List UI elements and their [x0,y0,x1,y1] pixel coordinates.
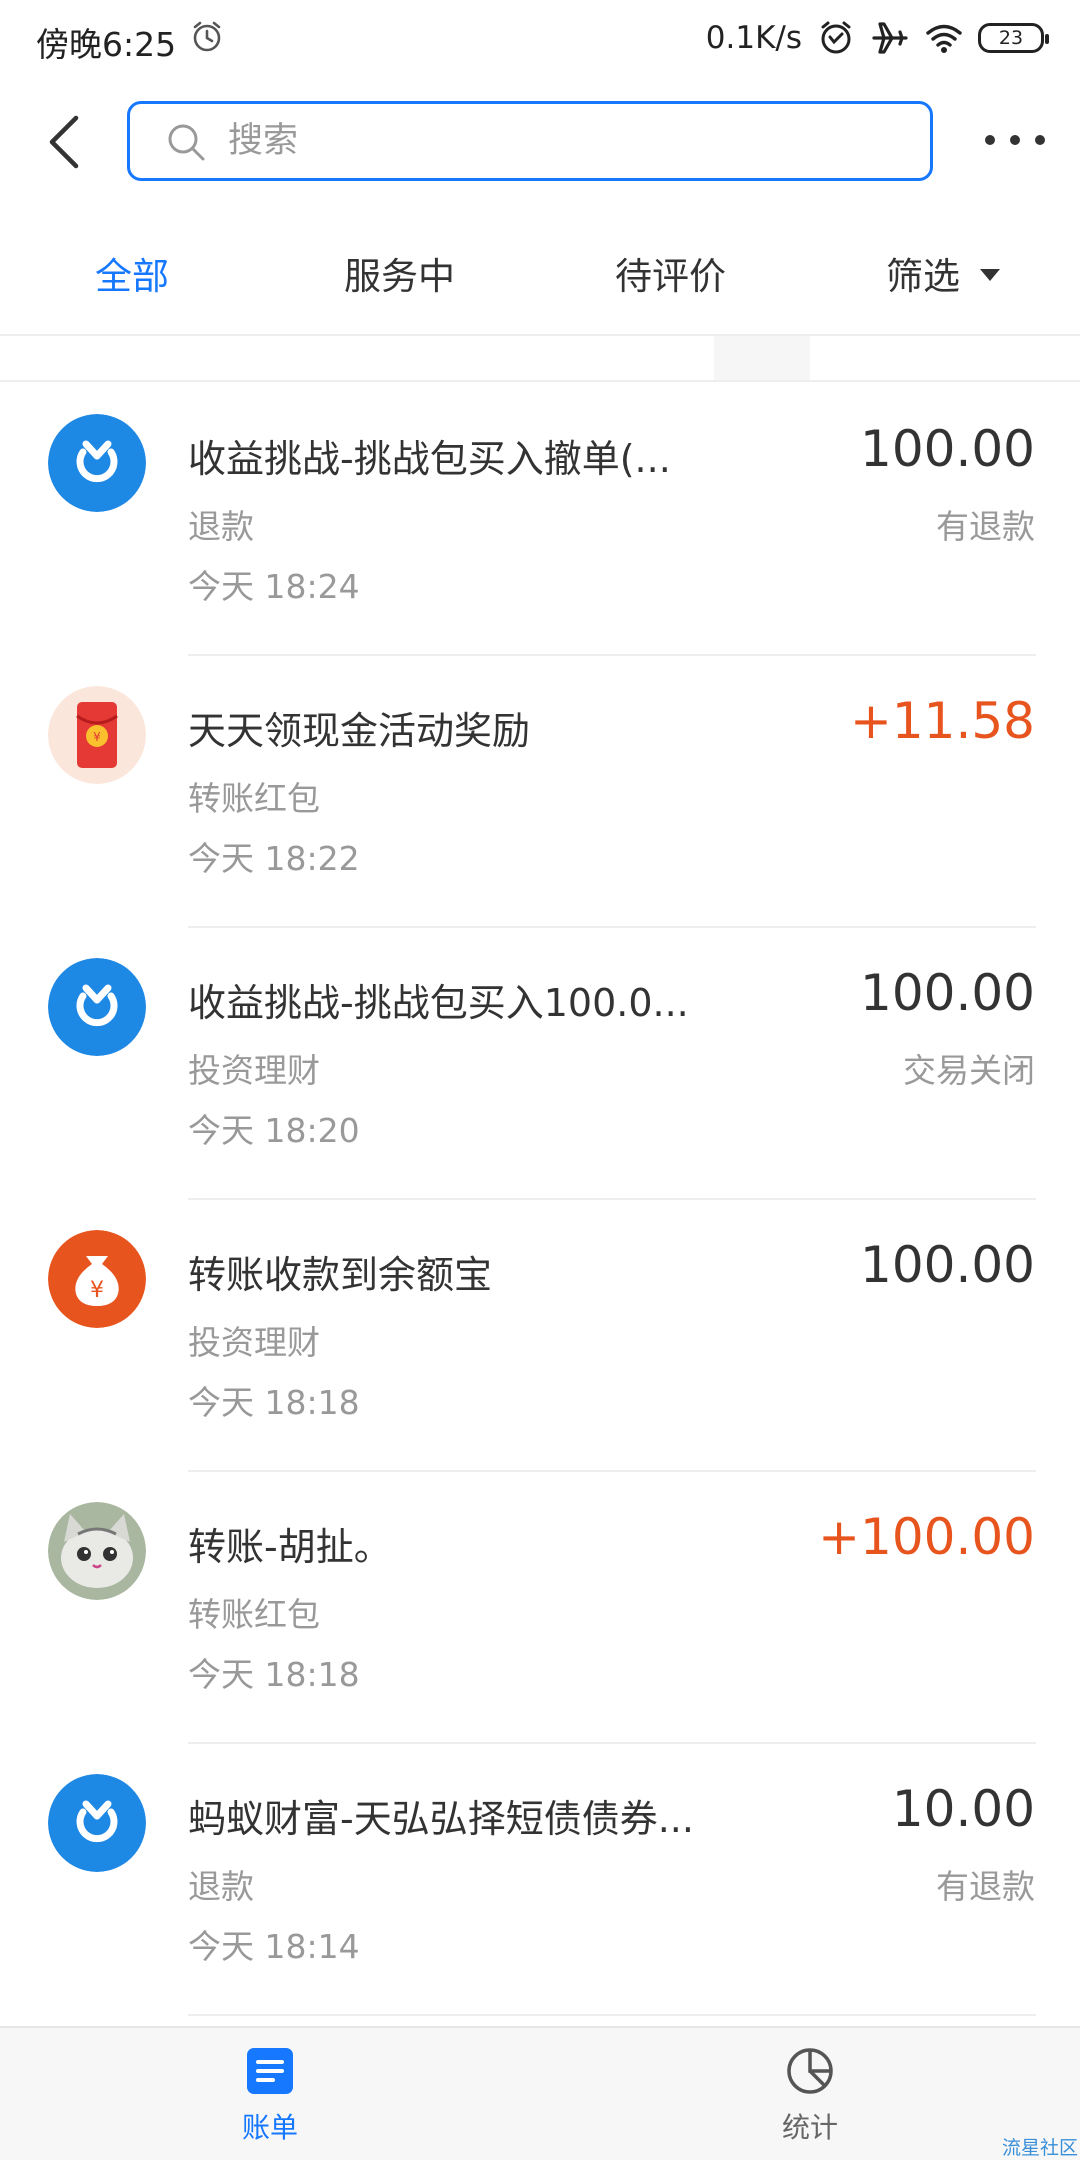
more-options-button[interactable] [985,120,1045,160]
transaction-time: 今天 18:18 [188,1655,360,1694]
transaction-title: 蚂蚁财富-天弘弘择短债债券... [188,1797,694,1841]
nav-stats[interactable]: 统计 [740,2046,880,2156]
transaction-amount: 100.00 [860,1236,1035,1294]
caret-down-icon [980,268,1000,281]
status-bar: 傍晚6:25 0.1K/s 23 [0,0,1080,80]
transaction-category: 转账红包 [188,779,320,818]
transaction-item[interactable]: 蚂蚁财富-天弘弘择短债债券... 退款 今天 18:14 10.00 有退款 [0,1744,1080,2016]
transaction-time: 今天 18:14 [188,1927,360,1966]
status-right-group: 0.1K/s 23 [705,16,1049,60]
bottom-nav: 账单 统计 [0,2026,1080,2160]
transaction-status: 有退款 [936,1867,1035,1906]
watermark: 流星社区 [1001,2137,1078,2159]
transaction-status: 有退款 [936,507,1035,546]
transaction-time: 今天 18:18 [188,1383,360,1422]
section-header [0,336,1080,382]
search-box[interactable] [127,101,933,181]
transaction-item[interactable]: ¥ 转账收款到余额宝 投资理财 今天 18:18 100.00 [0,1200,1080,1472]
transaction-category: 转账红包 [188,1595,320,1634]
alarm-icon [821,21,851,54]
nav-stats-label: 统计 [781,2111,838,2144]
nav-bills[interactable]: 账单 [200,2046,340,2156]
section-marker [714,336,810,380]
transaction-category: 退款 [188,507,254,546]
tab-in-service[interactable]: 服务中 [344,246,455,300]
pie-chart-icon [787,2048,833,2094]
transaction-title: 转账-胡扯。 [188,1525,392,1569]
search-input[interactable] [228,114,908,168]
red-envelope-icon: ¥ [48,686,146,784]
bill-icon [247,2048,293,2094]
tab-filter-label: 筛选 [886,255,960,298]
more-dot-icon [1035,135,1045,145]
transaction-title: 收益挑战-挑战包买入撤单(... [188,437,671,481]
divider [188,2014,1036,2016]
back-arrow-icon[interactable] [40,112,92,172]
transaction-title: 天天领现金活动奖励 [188,709,531,753]
ant-fortune-icon [48,414,146,512]
transaction-status: 交易关闭 [903,1051,1035,1090]
transaction-item[interactable]: 转账-胡扯。 转账红包 今天 18:18 +100.00 [0,1472,1080,1744]
transaction-category: 投资理财 [188,1323,320,1362]
airplane-mode-icon [872,22,908,54]
search-icon [168,124,205,161]
transaction-amount: 100.00 [860,964,1035,1022]
svg-text:¥: ¥ [93,730,101,744]
transaction-amount: +11.58 [849,692,1035,750]
transaction-item[interactable]: 收益挑战-挑战包买入撤单(... 退款 今天 18:24 100.00 有退款 [0,384,1080,656]
transaction-item[interactable]: ¥ 天天领现金活动奖励 转账红包 今天 18:22 +11.58 [0,656,1080,928]
tab-to-review[interactable]: 待评价 [615,246,726,300]
tab-all[interactable]: 全部 [95,246,169,300]
transaction-item[interactable]: 收益挑战-挑战包买入100.0... 投资理财 今天 18:20 100.00 … [0,928,1080,1200]
transaction-category: 投资理财 [188,1051,320,1090]
nav-bills-label: 账单 [241,2111,298,2144]
transaction-title: 收益挑战-挑战包买入100.0... [188,981,689,1025]
ant-fortune-icon [48,958,146,1056]
transaction-time: 今天 18:22 [188,839,360,878]
transaction-amount: 10.00 [891,1780,1035,1838]
status-time: 傍晚6:25 [36,25,177,64]
transaction-amount: 100.00 [860,420,1035,478]
transaction-time: 今天 18:24 [188,567,360,606]
battery-indicator: 23 [978,23,1049,53]
transaction-category: 退款 [188,1867,254,1906]
battery-level: 23 [998,27,1024,49]
more-dot-icon [1010,135,1020,145]
wifi-icon [926,24,962,53]
network-speed: 0.1K/s [705,20,802,56]
transaction-title: 转账收款到余额宝 [188,1253,493,1297]
alarm-clock-icon [193,21,221,52]
ant-fortune-icon [48,1774,146,1872]
more-dot-icon [985,135,995,145]
svg-text:¥: ¥ [90,1278,104,1303]
cat-avatar-icon [48,1502,146,1600]
tab-filter[interactable]: 筛选 [886,246,1000,300]
filter-tabs: 全部 服务中 待评价 筛选 [0,236,1080,308]
transaction-amount: +100.00 [818,1508,1035,1566]
transaction-time: 今天 18:20 [188,1111,360,1150]
money-bag-icon: ¥ [48,1230,146,1328]
